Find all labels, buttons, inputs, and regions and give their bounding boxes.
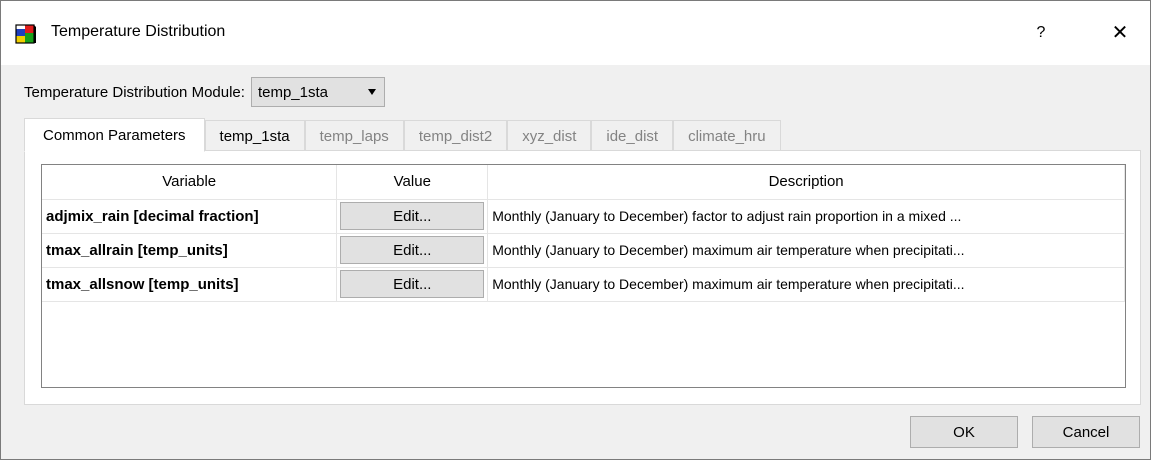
- tab-temp-laps[interactable]: temp_laps: [304, 120, 404, 151]
- module-dropdown-value: temp_1sta: [257, 83, 328, 101]
- app-icon: [15, 24, 36, 44]
- module-dropdown[interactable]: temp_1sta: [250, 77, 385, 107]
- tab-bar: Common Parameters temp_1sta temp_laps te…: [24, 118, 781, 152]
- module-label: Temperature Distribution Module:: [24, 83, 245, 101]
- help-button[interactable]: ?: [1021, 15, 1061, 51]
- variable-cell[interactable]: tmax_allsnow [temp_units]: [42, 267, 338, 302]
- tab-common-parameters[interactable]: Common Parameters: [24, 118, 205, 152]
- edit-button[interactable]: Edit...: [340, 270, 485, 298]
- ok-button[interactable]: OK: [910, 416, 1018, 448]
- description-cell[interactable]: Monthly (January to December) maximum ai…: [487, 233, 1125, 268]
- edit-button[interactable]: Edit...: [340, 202, 485, 230]
- module-selector-row: Temperature Distribution Module: temp_1s…: [24, 77, 385, 107]
- tab-xyz-dist[interactable]: xyz_dist: [507, 120, 592, 151]
- description-cell[interactable]: Monthly (January to December) maximum ai…: [487, 267, 1125, 302]
- temperature-distribution-dialog: Temperature Distribution ? ✕ Temperature…: [0, 0, 1151, 460]
- title-bar: Temperature Distribution ? ✕: [1, 1, 1150, 65]
- close-button[interactable]: ✕: [1097, 15, 1143, 51]
- table-row[interactable]: adjmix_rain [decimal fraction] Edit... M…: [42, 199, 1125, 234]
- table-row[interactable]: tmax_allrain [temp_units] Edit... Monthl…: [42, 233, 1125, 268]
- tab-climate-hru[interactable]: climate_hru: [673, 120, 781, 151]
- parameters-table: Variable Value Description adjmix_rain […: [42, 165, 1125, 302]
- cancel-button[interactable]: Cancel: [1032, 416, 1140, 448]
- tab-temp-dist2[interactable]: temp_dist2: [403, 120, 508, 151]
- variable-cell[interactable]: adjmix_rain [decimal fraction]: [42, 199, 338, 234]
- column-header-description[interactable]: Description: [487, 165, 1125, 200]
- column-header-value[interactable]: Value: [336, 165, 489, 200]
- chevron-down-icon: [367, 89, 376, 95]
- edit-button[interactable]: Edit...: [340, 236, 485, 264]
- column-header-variable[interactable]: Variable: [42, 165, 338, 200]
- tab-temp-1sta[interactable]: temp_1sta: [204, 120, 305, 151]
- table-header-row: Variable Value Description: [42, 165, 1125, 200]
- window-title: Temperature Distribution: [51, 23, 226, 40]
- tab-ide-dist[interactable]: ide_dist: [591, 120, 674, 151]
- parameters-table-frame: Variable Value Description adjmix_rain […: [41, 164, 1126, 388]
- common-parameters-panel: Variable Value Description adjmix_rain […: [24, 150, 1141, 405]
- description-cell[interactable]: Monthly (January to December) factor to …: [487, 199, 1125, 234]
- table-row[interactable]: tmax_allsnow [temp_units] Edit... Monthl…: [42, 267, 1125, 302]
- variable-cell[interactable]: tmax_allrain [temp_units]: [42, 233, 338, 268]
